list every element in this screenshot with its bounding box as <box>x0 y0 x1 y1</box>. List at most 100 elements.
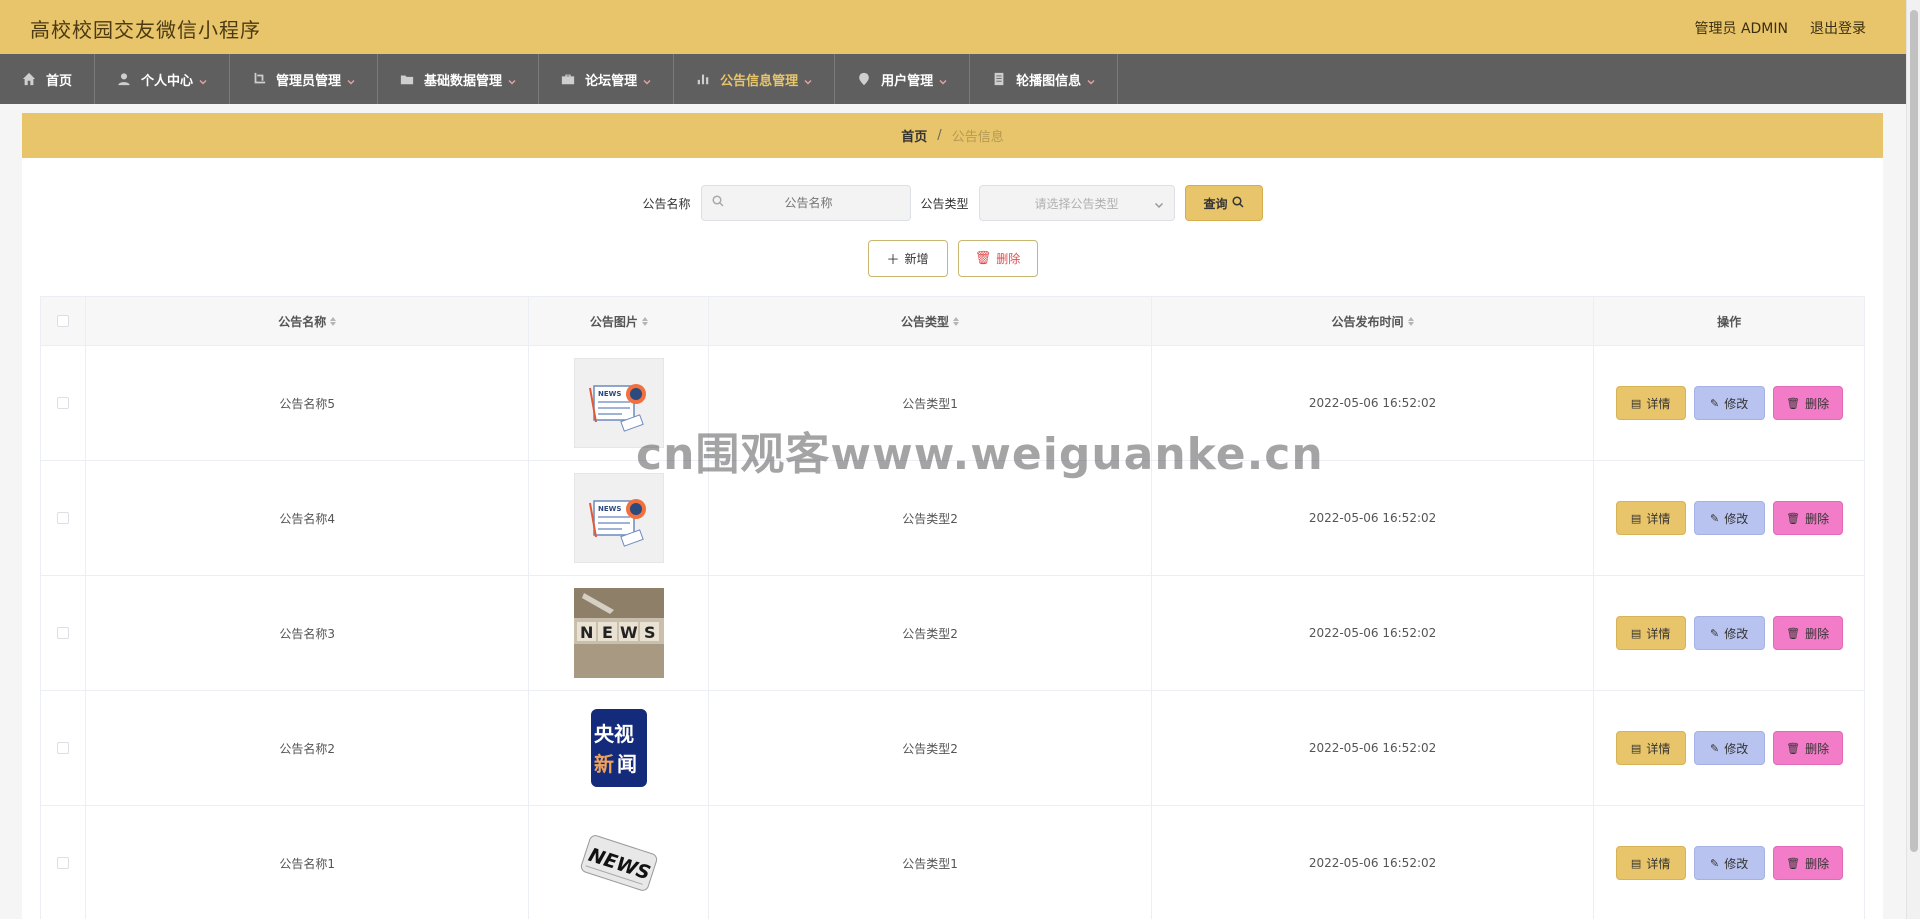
row-time: 2022-05-06 16:52:02 <box>1152 346 1595 460</box>
table-row: 公告名称5 NEWS 公告类型1 2022-05-06 16:52:02 ▤ 详情… <box>40 346 1865 461</box>
pencil-icon: ✎ <box>1710 856 1720 870</box>
header-type-label: 公告类型 <box>901 314 950 329</box>
nav-item-base-data[interactable]: 基础数据管理 <box>378 54 540 104</box>
cctv-news-icon[interactable]: 央视新闻 <box>573 703 664 793</box>
detail-button[interactable]: ▤ 详情 <box>1615 501 1686 535</box>
edit-label: 修改 <box>1724 396 1749 411</box>
delete-button[interactable]: 🗑 删除 <box>1772 846 1843 880</box>
briefcase-icon <box>561 72 575 86</box>
row-type: 公告类型2 <box>709 576 1152 690</box>
nav-item-admin-management[interactable]: 管理员管理 <box>230 54 379 104</box>
edit-label: 修改 <box>1724 741 1749 756</box>
news-paper-icon[interactable]: NEWS <box>573 473 664 563</box>
document-icon: ▤ <box>1630 396 1642 410</box>
document-icon: ▤ <box>1630 741 1642 755</box>
nav-item-label: 首页 <box>46 73 73 89</box>
nav-item-user-management[interactable]: 用户管理 <box>835 54 971 104</box>
notice-name-input[interactable] <box>723 196 894 210</box>
edit-button[interactable]: ✎ 修改 <box>1693 386 1765 420</box>
detail-button[interactable]: ▤ 详情 <box>1615 386 1686 420</box>
nav-item-forum[interactable]: 论坛管理 <box>539 54 675 104</box>
query-button[interactable]: 查询 <box>1184 185 1263 221</box>
bulk-delete-button[interactable]: 🗑 删除 <box>957 240 1038 277</box>
user-icon <box>117 72 131 86</box>
row-name: 公告名称4 <box>86 461 530 575</box>
news-blocks-icon[interactable]: NEWS <box>573 588 664 678</box>
table-row: 公告名称2 央视新闻 公告类型2 2022-05-06 16:52:02 ▤ 详情… <box>40 691 1865 806</box>
nav-item-carousel[interactable]: 轮播图信息 <box>970 54 1119 104</box>
nav-item-label: 论坛管理 <box>585 73 638 89</box>
query-button-label: 查询 <box>1203 196 1228 211</box>
sort-icon <box>330 316 337 326</box>
add-button[interactable]: ＋ 新增 <box>867 240 948 277</box>
row-image-cell: NEWS <box>529 576 710 690</box>
content-panel: 公告名称 公告类型 请选择公告类型 查询 ＋ 新增 🗑 删除 公告名称 公告图片 <box>22 158 1883 919</box>
logout-link[interactable]: 退出登录 <box>1810 18 1866 38</box>
nav-item-personal-center[interactable]: 个人中心 <box>95 54 231 104</box>
row-select-cell <box>41 576 86 690</box>
delete-button[interactable]: 🗑 删除 <box>1772 501 1843 535</box>
scrollbar-thumb[interactable] <box>1910 10 1918 852</box>
header-name-label: 公告名称 <box>278 314 327 329</box>
delete-button[interactable]: 🗑 删除 <box>1772 616 1843 650</box>
row-checkbox[interactable] <box>56 742 69 754</box>
row-time: 2022-05-06 16:52:02 <box>1152 806 1595 919</box>
chevron-down-icon <box>804 75 812 85</box>
nav-item-notice[interactable]: 公告信息管理 <box>674 54 836 104</box>
app-title: 高校校园交友微信小程序 <box>30 18 261 42</box>
row-select-cell <box>41 461 86 575</box>
notice-name-field[interactable] <box>700 185 911 221</box>
news-paper-icon[interactable]: NEWS <box>573 358 664 448</box>
newspaper-roll-icon[interactable]: NEWS <box>573 818 664 908</box>
row-type: 公告类型1 <box>709 806 1152 919</box>
row-ops: ▤ 详情 ✎ 修改 🗑 删除 <box>1594 691 1864 805</box>
page-scrollbar[interactable] <box>1906 0 1920 919</box>
edit-button[interactable]: ✎ 修改 <box>1693 731 1765 765</box>
breadcrumb-separator: / <box>937 128 942 143</box>
folder-icon <box>400 72 414 86</box>
header-image[interactable]: 公告图片 <box>529 297 710 345</box>
table-row: 公告名称1 NEWS 公告类型1 2022-05-06 16:52:02 ▤ 详情… <box>40 806 1865 919</box>
row-checkbox[interactable] <box>56 627 69 639</box>
trash-icon: 🗑 <box>1786 396 1801 410</box>
row-ops: ▤ 详情 ✎ 修改 🗑 删除 <box>1594 576 1864 690</box>
detail-button[interactable]: ▤ 详情 <box>1615 731 1686 765</box>
notice-type-placeholder: 请选择公告类型 <box>1034 196 1119 211</box>
notice-type-label: 公告类型 <box>920 196 969 211</box>
row-name: 公告名称1 <box>86 806 530 919</box>
edit-button[interactable]: ✎ 修改 <box>1693 846 1765 880</box>
detail-label: 详情 <box>1646 511 1671 526</box>
header-name[interactable]: 公告名称 <box>86 297 530 345</box>
home-icon <box>22 72 36 86</box>
search-icon <box>711 195 724 211</box>
delete-label: 删除 <box>1805 511 1830 526</box>
nav-item-home[interactable]: 首页 <box>0 54 96 104</box>
detail-button[interactable]: ▤ 详情 <box>1615 846 1686 880</box>
svg-text:闻: 闻 <box>617 752 637 776</box>
chevron-down-icon <box>347 75 355 85</box>
detail-button[interactable]: ▤ 详情 <box>1615 616 1686 650</box>
row-checkbox[interactable] <box>56 857 69 869</box>
delete-button[interactable]: 🗑 删除 <box>1772 731 1843 765</box>
svg-text:N: N <box>580 623 593 642</box>
detail-label: 详情 <box>1646 741 1671 756</box>
edit-button[interactable]: ✎ 修改 <box>1693 501 1765 535</box>
row-checkbox[interactable] <box>56 512 69 524</box>
edit-button[interactable]: ✎ 修改 <box>1693 616 1765 650</box>
row-ops: ▤ 详情 ✎ 修改 🗑 删除 <box>1594 461 1864 575</box>
table-row: 公告名称3 NEWS 公告类型2 2022-05-06 16:52:02 ▤ 详情… <box>40 576 1865 691</box>
chevron-down-icon <box>199 75 207 85</box>
svg-text:S: S <box>644 623 656 642</box>
nav-item-label: 基础数据管理 <box>424 73 503 89</box>
breadcrumb-home[interactable]: 首页 <box>901 126 927 145</box>
header-type[interactable]: 公告类型 <box>709 297 1152 345</box>
header-time[interactable]: 公告发布时间 <box>1152 297 1595 345</box>
row-checkbox[interactable] <box>56 397 69 409</box>
notice-type-select[interactable]: 请选择公告类型 <box>978 185 1175 221</box>
delete-button[interactable]: 🗑 删除 <box>1772 386 1843 420</box>
admin-label[interactable]: 管理员 ADMIN <box>1695 18 1789 38</box>
select-all-checkbox[interactable] <box>56 315 69 327</box>
nav-item-label: 个人中心 <box>141 73 194 89</box>
detail-label: 详情 <box>1646 626 1671 641</box>
header-time-label: 公告发布时间 <box>1331 314 1404 329</box>
